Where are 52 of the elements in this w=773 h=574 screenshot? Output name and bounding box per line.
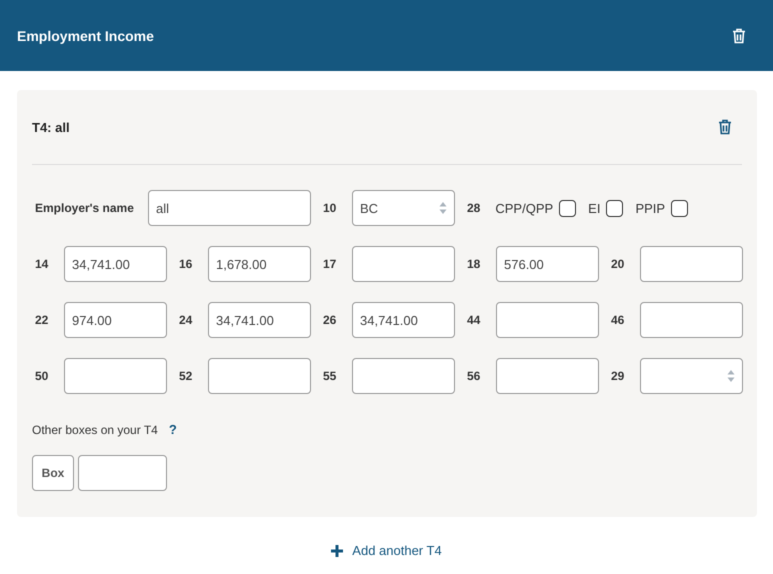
checkbox-label: EI <box>588 200 600 216</box>
box-number: 44 <box>466 313 480 327</box>
input-field[interactable] <box>496 302 599 338</box>
box-number: 55 <box>322 369 336 383</box>
box-number: 50 <box>34 369 48 383</box>
box-number: 17 <box>322 257 336 271</box>
plus-icon <box>331 544 344 556</box>
box-number: 46 <box>610 313 624 327</box>
box-number: 18 <box>466 257 480 271</box>
box-number: 56 <box>466 369 480 383</box>
checkbox[interactable] <box>671 200 688 216</box>
input-field[interactable]: 34,741.00 <box>64 246 167 282</box>
input-field[interactable]: 576.00 <box>496 246 599 282</box>
input-field[interactable] <box>78 455 167 491</box>
input-field[interactable]: 34,741.00 <box>208 302 311 338</box>
input-field[interactable]: 34,741.00 <box>352 302 455 338</box>
checkbox[interactable] <box>606 200 624 216</box>
input-field[interactable] <box>640 246 743 282</box>
input-field[interactable]: 1,678.00 <box>208 246 311 282</box>
field-label: Employer's name <box>34 201 134 215</box>
section-title: Employment Income <box>17 28 154 44</box>
box-number: 14 <box>34 257 48 271</box>
spinner-icon <box>439 201 447 215</box>
checkbox[interactable] <box>559 200 576 216</box>
checkbox-label: PPIP <box>635 200 666 216</box>
input-field[interactable] <box>208 358 311 394</box>
box-number: 29 <box>610 369 624 383</box>
select-field[interactable] <box>640 358 743 394</box>
section-label: Other boxes on your T4 <box>32 422 158 436</box>
input-field[interactable]: 974.00 <box>64 302 167 338</box>
input-field[interactable] <box>640 302 743 338</box>
box-number: 22 <box>34 313 48 327</box>
box-number: 24 <box>178 313 192 327</box>
box-number: 10 <box>322 201 336 215</box>
add-button[interactable]: Add another T4 <box>327 539 446 562</box>
checkbox-label: CPP/QPP <box>495 200 554 216</box>
delete-icon[interactable] <box>718 119 732 135</box>
input-field[interactable] <box>352 358 455 394</box>
input-field[interactable] <box>496 358 599 394</box>
box-number: 20 <box>610 257 624 271</box>
box-button[interactable]: Box <box>32 455 74 491</box>
box-number: 28 <box>467 201 480 215</box>
box-number: 16 <box>178 257 192 271</box>
help-link[interactable]: ? <box>168 422 177 437</box>
box-number: 26 <box>322 313 336 327</box>
input-field[interactable]: all <box>148 190 311 226</box>
input-field[interactable] <box>352 246 455 282</box>
box-number: 52 <box>178 369 192 383</box>
select-field[interactable]: BC <box>352 190 455 226</box>
card-title: T4: all <box>32 120 70 134</box>
spinner-icon <box>727 369 735 383</box>
input-field[interactable] <box>64 358 167 394</box>
